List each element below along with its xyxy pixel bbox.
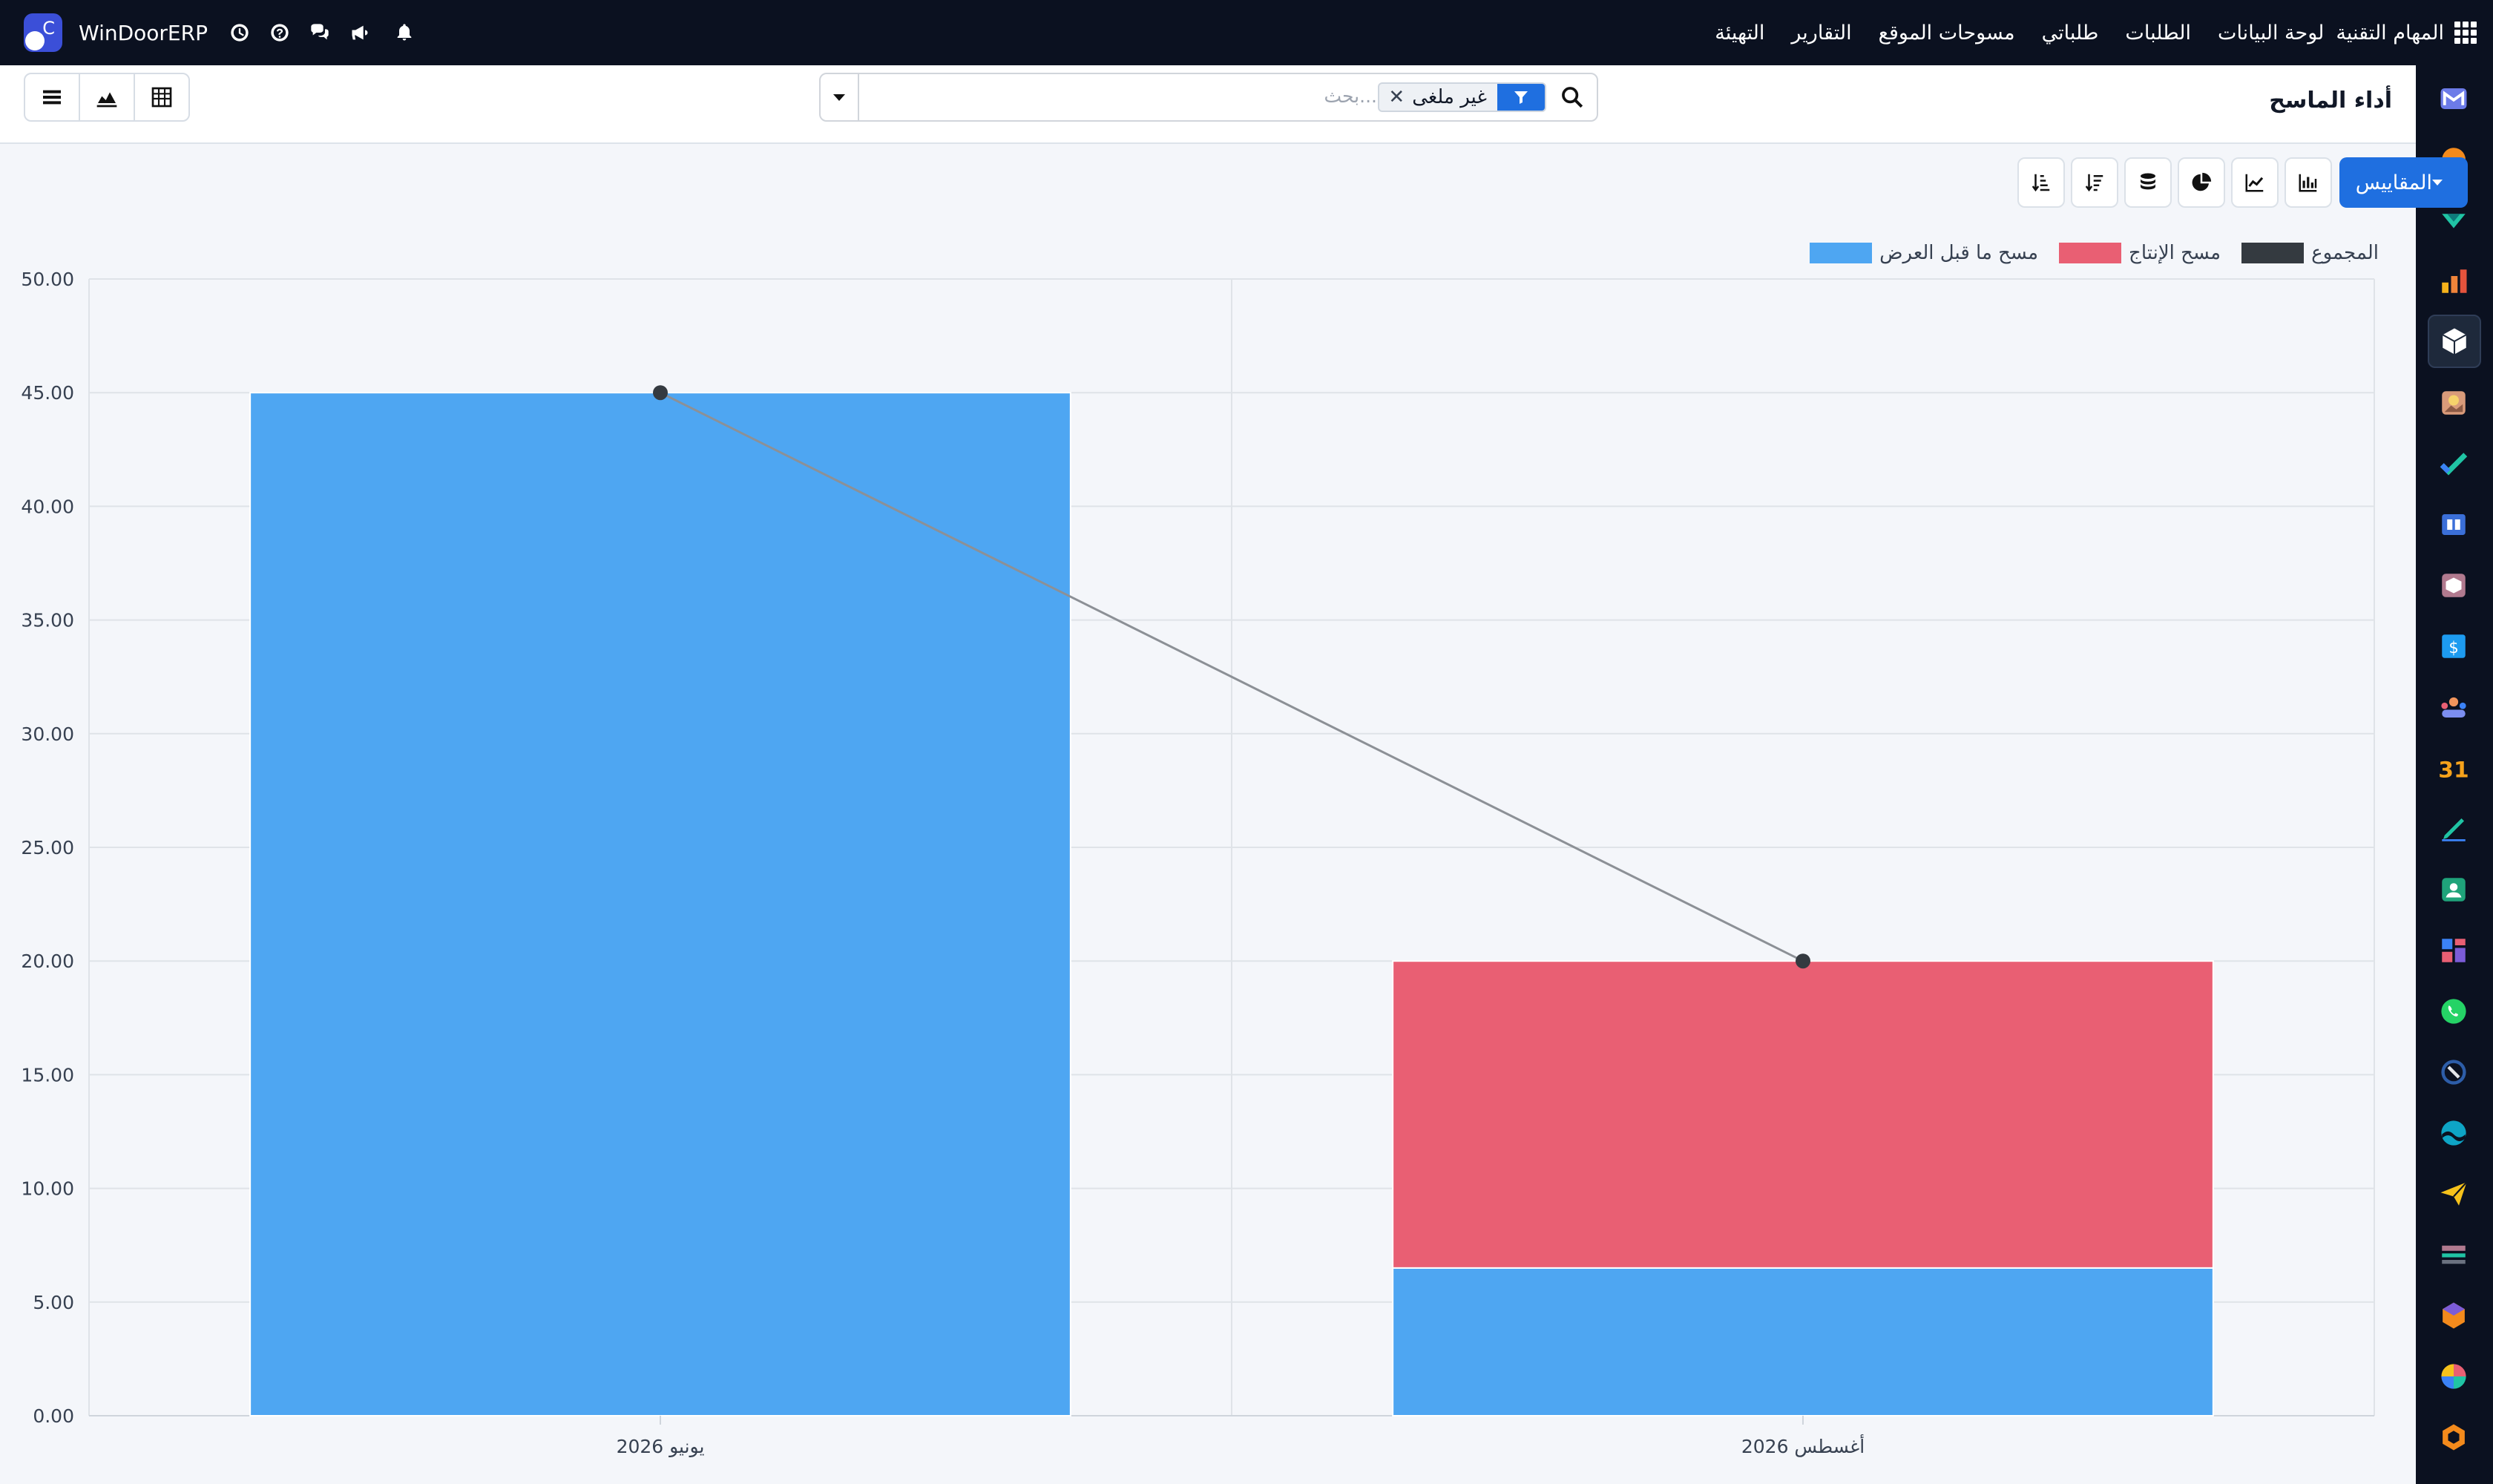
menu-technical-tasks[interactable]: المهام التقنية <box>2336 22 2444 45</box>
photo-icon[interactable] <box>2434 383 2474 423</box>
apps-sidebar: $ 31 <box>2416 65 2493 1484</box>
app-switcher-icon[interactable] <box>2454 22 2477 44</box>
area-chart-icon <box>96 92 117 108</box>
y-tick-label: 40.00 <box>21 496 74 517</box>
measures-dropdown[interactable]: المقاييس <box>2339 157 2468 208</box>
team-icon[interactable] <box>2434 687 2474 727</box>
y-tick-label: 35.00 <box>21 610 74 631</box>
control-panel: أداء الماسح بحث... غير ملغى ✕ <box>0 65 2416 144</box>
menu-site-surveys[interactable]: مسوحات الموقع <box>1879 22 2015 45</box>
hexagon-orange-icon[interactable] <box>2434 1417 2474 1457</box>
search-facet: غير ملغى ✕ <box>1378 82 1546 112</box>
grid-icon[interactable] <box>2434 930 2474 971</box>
search-input[interactable]: بحث... <box>1324 85 1378 107</box>
y-tick-label: 5.00 <box>33 1292 74 1313</box>
pen-icon[interactable] <box>2434 809 2474 849</box>
menu-orders[interactable]: الطلبات <box>2125 22 2191 45</box>
calendar-31-icon[interactable]: 31 <box>2434 748 2474 788</box>
caret-down-icon <box>2432 180 2443 186</box>
search-bar[interactable]: بحث... غير ملغى ✕ <box>819 73 1598 122</box>
data-point <box>1796 953 1810 969</box>
bell-icon[interactable] <box>392 20 417 45</box>
page-title: أداء الماسح <box>2269 88 2392 114</box>
checkmark-icon[interactable] <box>2434 444 2474 484</box>
y-tick-label: 10.00 <box>21 1178 74 1200</box>
table-icon <box>151 87 172 108</box>
box-icon[interactable] <box>2434 565 2474 605</box>
pivot-view-button[interactable] <box>134 73 190 122</box>
navbar-menu: المهام التقنية لوحة البيانات الطلبات طلب… <box>1688 0 2477 65</box>
discuss-icon[interactable] <box>307 20 332 45</box>
pie-chart-button[interactable] <box>2177 157 2225 208</box>
announcement-icon[interactable] <box>347 20 372 45</box>
y-tick-label: 0.00 <box>33 1405 74 1427</box>
graph-view-button[interactable] <box>79 73 135 122</box>
y-tick-label: 15.00 <box>21 1064 74 1086</box>
bar <box>1392 1267 2214 1416</box>
graph-toolbar: المقاييس <box>2011 157 2468 208</box>
navbar-systray: WinDoorERP <box>24 0 432 65</box>
compass-icon[interactable] <box>2434 1052 2474 1092</box>
view-switcher <box>24 73 190 122</box>
invoice-icon[interactable]: $ <box>2434 626 2474 666</box>
company-name[interactable]: WinDoorERP <box>79 21 208 45</box>
data-point <box>653 385 668 401</box>
menu-my-orders[interactable]: طلباتي <box>2042 22 2099 45</box>
caret-down-icon <box>833 93 845 101</box>
sort-descending-button[interactable] <box>2070 157 2118 208</box>
measures-label: المقاييس <box>2355 171 2432 194</box>
search-options-toggle[interactable] <box>821 74 859 120</box>
menu-configuration[interactable]: التهيئة <box>1715 22 1764 45</box>
cube-icon[interactable] <box>2428 315 2481 368</box>
chart-canvas: 0.00 5.00 10.00 15.00 20.00 25.00 30.00 35.00 40… <box>21 269 2375 1457</box>
sort-descending-icon <box>2085 174 2103 192</box>
clock-icon[interactable] <box>227 20 252 45</box>
gmail-icon[interactable] <box>2434 79 2474 119</box>
bar-chart-icon <box>2299 174 2316 192</box>
sort-ascending-button[interactable] <box>2017 157 2065 208</box>
search-icon[interactable] <box>1560 85 1585 110</box>
svg-text:31: 31 <box>2438 757 2469 783</box>
menu-dashboard[interactable]: لوحة البيانات <box>2218 22 2324 45</box>
remove-facet-icon[interactable]: ✕ <box>1379 86 1405 108</box>
list-view-button[interactable] <box>24 73 80 122</box>
bar <box>249 392 1071 1417</box>
y-tick-label: 25.00 <box>21 837 74 858</box>
y-tick-label: 20.00 <box>21 951 74 972</box>
filter-icon <box>1497 84 1545 111</box>
book-icon[interactable] <box>2434 505 2474 545</box>
x-tick-label: يونيو 2026 <box>617 1436 705 1457</box>
contact-icon[interactable] <box>2434 870 2474 910</box>
menu-reports[interactable]: التقارير <box>1791 22 1851 45</box>
top-navbar: WinDoorERP المهام التقنية لوحة البيانات … <box>0 0 2493 65</box>
help-icon[interactable] <box>267 20 292 45</box>
list-icon <box>43 90 61 105</box>
x-tick-label: أغسطس 2026 <box>1741 1434 1865 1457</box>
database-icon <box>2140 173 2155 190</box>
sort-ascending-icon <box>2031 174 2049 192</box>
pie-chart-icon <box>2192 172 2211 191</box>
company-logo[interactable] <box>24 13 62 52</box>
bar-chart-button[interactable] <box>2284 157 2332 208</box>
bar-chart-icon[interactable] <box>2434 261 2474 301</box>
line-chart-button[interactable] <box>2230 157 2279 208</box>
card-icon[interactable] <box>2434 1235 2474 1275</box>
bar <box>1392 960 2214 1269</box>
graph-chart: 0.00 5.00 10.00 15.00 20.00 25.00 30.00 35.00 40… <box>0 252 2416 1484</box>
stacked-toggle-button[interactable] <box>2124 157 2172 208</box>
hexagon-icon[interactable] <box>2434 1296 2474 1336</box>
svg-text:$: $ <box>2448 639 2458 657</box>
y-tick-label: 45.00 <box>21 382 74 404</box>
pie-icon[interactable] <box>2434 1356 2474 1396</box>
y-tick-label: 50.00 <box>21 269 74 290</box>
wave-icon[interactable] <box>2434 1113 2474 1153</box>
paper-plane-icon[interactable] <box>2434 1174 2474 1214</box>
whatsapp-icon[interactable] <box>2434 991 2474 1031</box>
facet-label: غير ملغى <box>1412 86 1487 108</box>
line-chart-icon <box>2245 174 2263 192</box>
y-tick-label: 30.00 <box>21 723 74 745</box>
